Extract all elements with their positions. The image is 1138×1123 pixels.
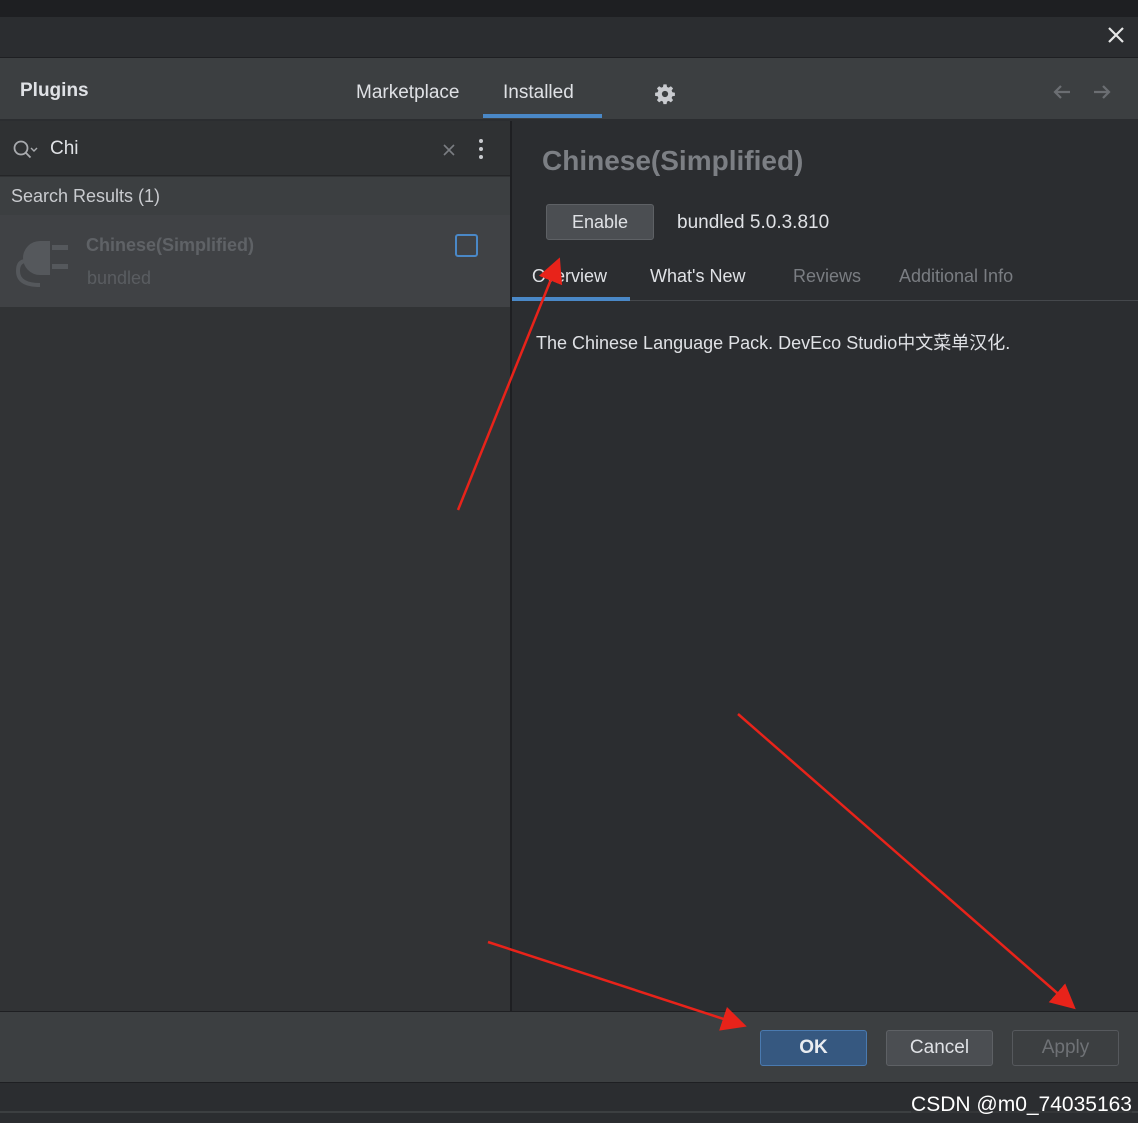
search-input[interactable]: [50, 135, 430, 163]
plugin-name: Chinese(Simplified): [86, 235, 255, 255]
plugin-description: The Chinese Language Pack. DevEco Studio…: [536, 333, 1011, 353]
tab-additional-info[interactable]: Additional Info: [899, 266, 1013, 287]
enable-checkbox[interactable]: [455, 234, 478, 257]
watermark: CSDN @m0_74035163: [911, 1093, 1132, 1117]
close-icon[interactable]: [1104, 23, 1128, 47]
tab-whats-new[interactable]: What's New: [650, 266, 745, 287]
plugin-detail-title: Chinese(Simplified): [542, 145, 804, 176]
dialog-titlebar: [0, 17, 1138, 58]
gear-icon[interactable]: [654, 83, 676, 105]
arrow-left-icon[interactable]: [1050, 80, 1074, 104]
cancel-button[interactable]: Cancel: [886, 1030, 993, 1066]
clear-icon[interactable]: [440, 141, 458, 159]
enable-button[interactable]: Enable: [546, 204, 654, 240]
ok-button[interactable]: OK: [760, 1030, 867, 1066]
tab-installed[interactable]: Installed: [503, 82, 574, 104]
search-results-label: Search Results (1): [11, 186, 161, 206]
search-results-header: Search Results (1): [0, 177, 510, 215]
plugin-list-pane: Search Results (1) Chinese(Simplified) b…: [0, 121, 510, 1011]
apply-button[interactable]: Apply: [1012, 1030, 1119, 1066]
tab-marketplace[interactable]: Marketplace: [356, 82, 460, 104]
plugins-dialog: Plugins Marketplace Installed Chi Search…: [0, 16, 1138, 1083]
active-tab-indicator: [483, 114, 602, 118]
detail-tabs: Overview What's New Reviews Additional I…: [512, 261, 1138, 301]
search-icon[interactable]: [12, 139, 38, 161]
plugin-detail-pane: Chinese(Simplified) Enable bundled 5.0.3…: [512, 121, 1138, 1011]
active-detail-tab-indicator: [512, 297, 630, 301]
plugins-header: Plugins Marketplace Installed: [0, 58, 1138, 120]
plugin-version: bundled 5.0.3.810: [677, 212, 830, 233]
plugin-subtitle: bundled: [87, 268, 152, 288]
tab-overview[interactable]: Overview: [532, 266, 607, 287]
plug-icon: [15, 241, 68, 287]
page-title: Plugins: [20, 80, 89, 101]
background-window-strip: [0, 0, 1138, 16]
arrow-right-icon[interactable]: [1090, 80, 1114, 104]
more-vertical-icon[interactable]: [472, 138, 490, 160]
search-bar: [0, 121, 510, 176]
tab-reviews[interactable]: Reviews: [793, 266, 861, 287]
list-item[interactable]: Chinese(Simplified) bundled: [0, 215, 510, 307]
dialog-footer: OK Cancel Apply: [0, 1011, 1138, 1083]
